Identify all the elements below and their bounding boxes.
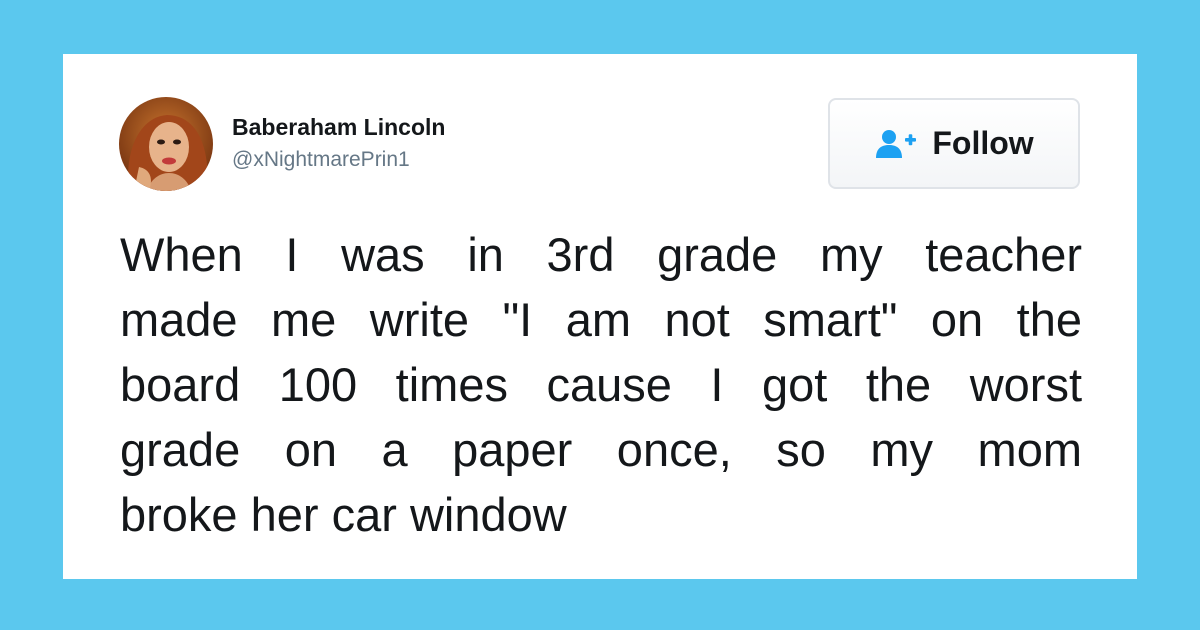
tweet-text-line: When I was in 3rd grade my teacher (120, 228, 1082, 281)
user-handle[interactable]: @xNightmarePrin1 (232, 148, 410, 172)
follow-label: Follow (932, 125, 1034, 161)
tweet-text: When I was in 3rd grade my teacher made … (120, 222, 1082, 547)
tweet-card: Baberaham Lincoln @xNightmarePrin1 Follo… (63, 54, 1137, 579)
display-name[interactable]: Baberaham Lincoln (232, 114, 445, 141)
add-user-icon (874, 128, 918, 160)
tweet-text-line: made me write "I am not smart" on the (120, 293, 1082, 346)
follow-button[interactable]: Follow (828, 98, 1080, 189)
tweet-text-line: grade on a paper once, so my mom (120, 423, 1082, 476)
tweet-text-line: board 100 times cause I got the worst (120, 358, 1082, 411)
avatar[interactable] (119, 97, 213, 191)
profile-photo-icon (119, 97, 213, 191)
tweet-text-line: broke her car window (120, 488, 567, 541)
